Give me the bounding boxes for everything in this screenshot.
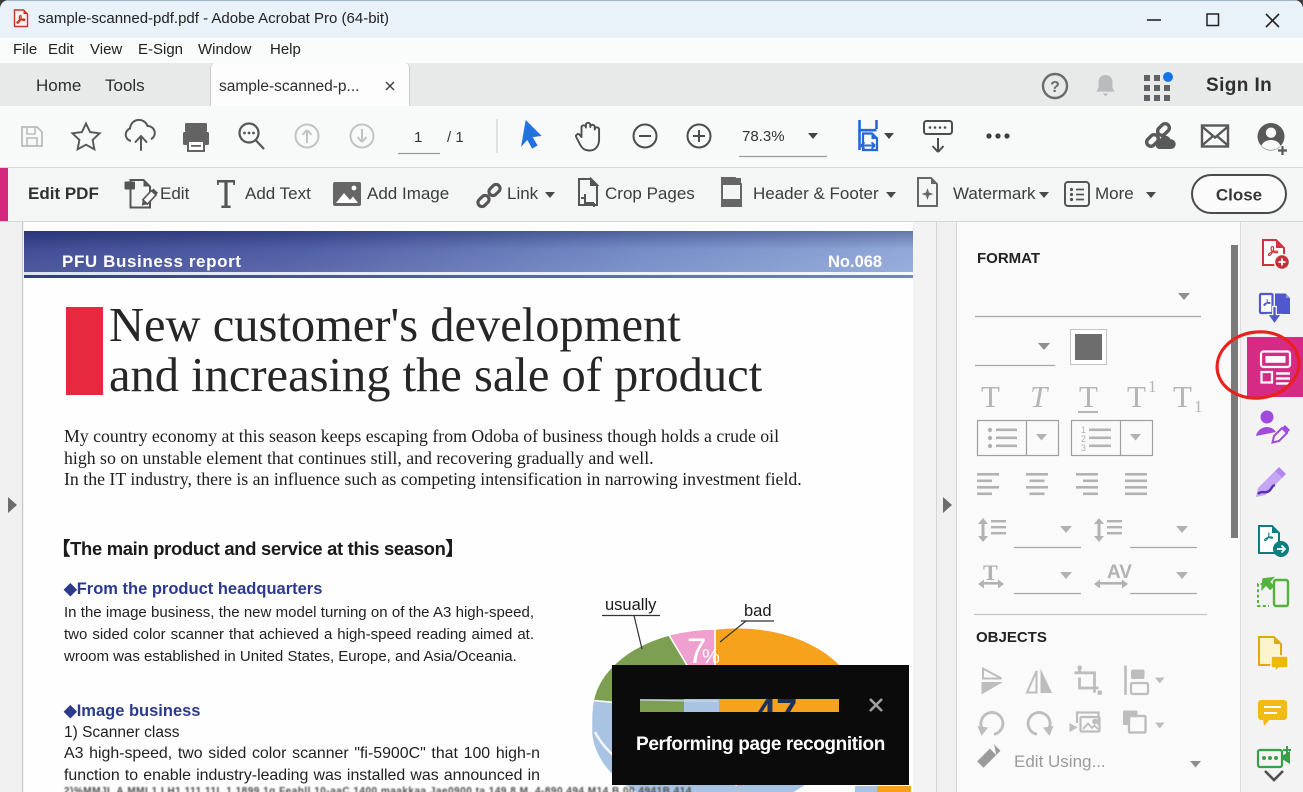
svg-text:3: 3 bbox=[1081, 443, 1086, 453]
svg-text:AV: AV bbox=[1107, 562, 1132, 583]
svg-text:T: T bbox=[983, 560, 998, 585]
svg-text:78.3%: 78.3% bbox=[742, 128, 785, 145]
svg-text:1: 1 bbox=[414, 129, 422, 146]
svg-text:Close: Close bbox=[1216, 186, 1262, 205]
svg-text:usually: usually bbox=[605, 596, 657, 614]
svg-text:T: T bbox=[981, 379, 1000, 414]
svg-text:?: ? bbox=[1050, 79, 1060, 96]
svg-text:1: 1 bbox=[1194, 397, 1203, 416]
svg-text:T: T bbox=[1173, 379, 1192, 414]
svg-text:T: T bbox=[1030, 379, 1050, 414]
svg-text:bad: bad bbox=[744, 602, 772, 620]
svg-text:1: 1 bbox=[1148, 377, 1157, 396]
svg-text:T: T bbox=[1079, 379, 1098, 414]
svg-text:T: T bbox=[1127, 379, 1146, 414]
svg-text:/ 1: / 1 bbox=[447, 129, 464, 146]
